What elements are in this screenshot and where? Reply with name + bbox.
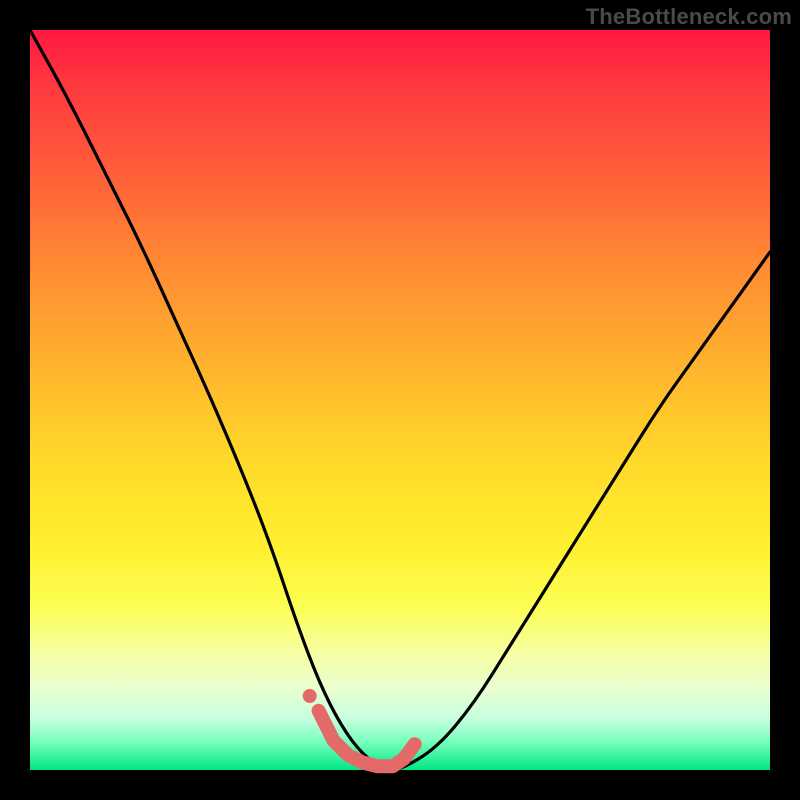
trough-marker-stroke	[319, 711, 415, 767]
bottleneck-curve-path	[30, 30, 770, 770]
page-frame: TheBottleneck.com	[0, 0, 800, 800]
attribution-text: TheBottleneck.com	[586, 4, 792, 30]
trough-marker-group	[303, 689, 415, 766]
plot-area	[30, 30, 770, 770]
trough-marker-dot	[303, 689, 317, 703]
chart-svg	[30, 30, 770, 770]
